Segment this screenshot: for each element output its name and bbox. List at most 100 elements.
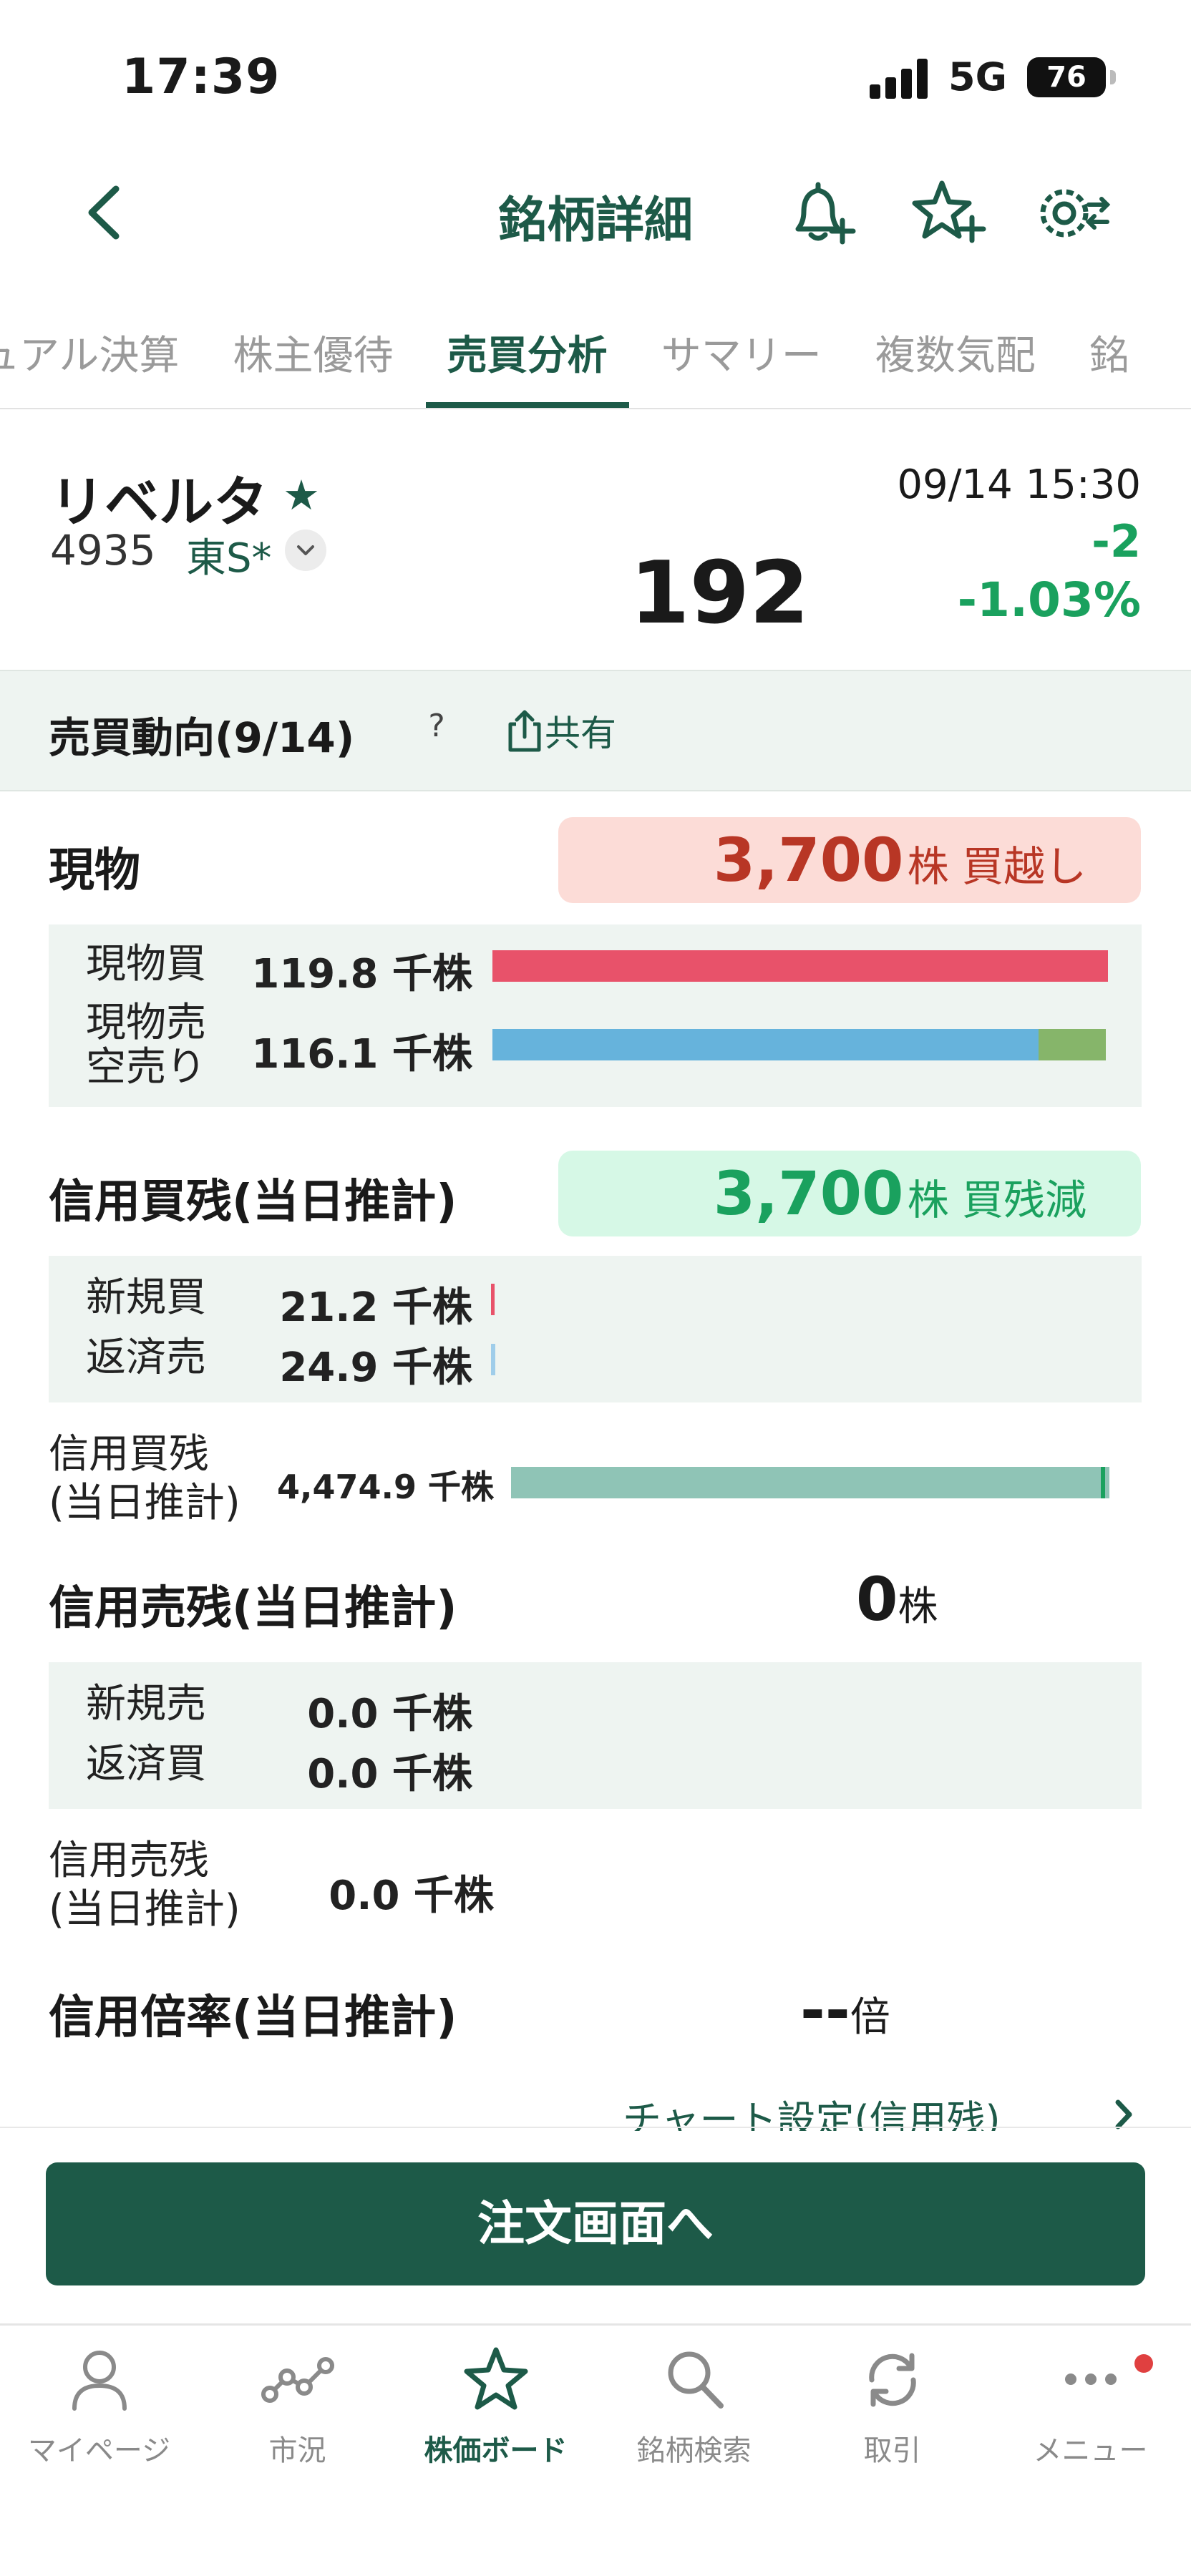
spot-label: 現物 <box>49 844 140 897</box>
favorite-star-icon: ★ <box>283 471 320 519</box>
margin-sell-balance-value: 0.0 千株 <box>329 1873 494 1919</box>
settings-button[interactable] <box>1027 170 1113 256</box>
margin-buy-change-unit: 株 買残減 <box>907 1176 1087 1224</box>
margin-sell-unit: 株 <box>898 1584 938 1630</box>
margin-sell-label: 信用売残(当日推計) <box>49 1582 457 1635</box>
section-title: 売買動向(9/14) <box>49 713 355 762</box>
help-button[interactable]: ? <box>415 705 458 748</box>
tab-strip: ジュアル決算 株主優待 売買分析 サマリー 複数気配 銘 <box>0 315 1158 408</box>
margin-sell-balance-label-2: (当日推計) <box>49 1886 240 1933</box>
notification-dot <box>1134 2354 1153 2373</box>
status-time: 17:39 <box>122 49 281 105</box>
spot-net-unit: 株 買越し <box>907 842 1087 891</box>
tabbar-divider <box>0 2323 1191 2326</box>
tab-shareholder-benefits[interactable]: 株主優待 <box>212 315 415 408</box>
stock-code: 4935 <box>50 526 156 575</box>
bottom-tab-mypage[interactable]: マイページ <box>0 2340 198 2469</box>
margin-sell-value: 0 <box>856 1564 898 1634</box>
margin-buy-balance-bar <box>511 1467 1109 1498</box>
repay-sell-value: 24.9 千株 <box>279 1345 472 1391</box>
new-sell-label: 新規売 <box>86 1681 206 1727</box>
price-change: -2 <box>1092 515 1141 567</box>
repay-buy-value: 0.0 千株 <box>307 1751 472 1797</box>
short-sell-bar <box>1038 1029 1107 1060</box>
alert-add-button[interactable] <box>777 170 862 256</box>
bottom-tab-search[interactable]: 銘柄検索 <box>595 2340 793 2469</box>
bottom-tab-label: メニュー <box>1033 2434 1148 2467</box>
order-button[interactable]: 注文画面へ <box>46 2162 1145 2285</box>
share-button[interactable]: 共有 <box>505 705 616 756</box>
favorite-add-button[interactable] <box>902 170 988 256</box>
bottom-tab-menu[interactable]: メニュー <box>991 2340 1190 2469</box>
spot-sell-label: 現物売 <box>86 1000 206 1046</box>
margin-ratio-label: 信用倍率(当日推計) <box>49 1991 457 2044</box>
tab-more[interactable]: 銘 <box>1068 315 1151 408</box>
margin-ratio-unit: 倍 <box>850 1994 890 2041</box>
margin-buy-balance-marker <box>1101 1467 1105 1498</box>
refresh-icon <box>868 2353 916 2407</box>
margin-ratio-total: --倍 <box>800 1975 890 2045</box>
repay-sell-bar <box>491 1344 495 1375</box>
bottom-tab-label: 銘柄検索 <box>636 2434 752 2467</box>
tab-visual-earnings[interactable]: ジュアル決算 <box>0 315 200 408</box>
spot-buy-bar <box>492 950 1108 982</box>
stock-price: 192 <box>630 544 810 643</box>
share-icon <box>508 710 541 752</box>
spot-sell-bar <box>492 1029 1039 1060</box>
margin-sell-balance-label-1: 信用売残 <box>49 1838 209 1884</box>
share-label: 共有 <box>545 713 616 754</box>
bottom-tab-label: 取引 <box>863 2434 921 2467</box>
bottom-tab-label: 市況 <box>268 2434 326 2467</box>
spot-sell-value: 116.1 千株 <box>251 1031 472 1078</box>
network-label: 5G <box>948 54 1007 99</box>
price-change-percent: -1.03% <box>957 572 1141 628</box>
more-dots-icon <box>1064 2373 1117 2385</box>
short-sell-label: 空売り <box>86 1044 206 1091</box>
tab-trade-analysis[interactable]: 売買分析 <box>425 315 629 408</box>
margin-sell-total: 0株 <box>856 1564 938 1634</box>
tab-multi-quote[interactable]: 複数気配 <box>854 315 1057 408</box>
page-title: 銘柄詳細 <box>497 192 693 249</box>
bottom-tab-label: 株価ボード <box>424 2434 568 2467</box>
quote-datetime: 09/14 15:30 <box>897 462 1141 508</box>
new-sell-value: 0.0 千株 <box>307 1691 472 1737</box>
margin-buy-panel <box>49 1256 1142 1402</box>
bottom-tab-trade[interactable]: 取引 <box>793 2340 991 2469</box>
repay-buy-label: 返済買 <box>86 1741 206 1787</box>
new-buy-bar <box>491 1284 495 1315</box>
bottom-tab-market[interactable]: 市況 <box>198 2340 397 2469</box>
spot-buy-label: 現物買 <box>86 941 206 987</box>
margin-buy-balance-label-1: 信用買残 <box>49 1431 209 1478</box>
star-plus-icon <box>912 180 986 243</box>
line-chart-icon <box>261 2357 334 2403</box>
margin-buy-label: 信用買残(当日推計) <box>49 1176 457 1229</box>
bell-plus-icon <box>795 182 856 245</box>
new-buy-label: 新規買 <box>86 1274 206 1321</box>
search-icon <box>668 2351 724 2409</box>
signal-icon <box>870 59 930 99</box>
bottom-tab-stock-board[interactable]: 株価ボード <box>397 2340 595 2469</box>
battery-icon: 76 <box>1027 57 1116 97</box>
bottom-tab-label: マイページ <box>27 2434 171 2467</box>
margin-buy-balance-label-2: (当日推計) <box>49 1480 240 1526</box>
tabs-divider <box>0 408 1191 409</box>
spot-buy-value: 119.8 千株 <box>251 951 472 997</box>
stock-market[interactable]: 東S* <box>186 526 272 584</box>
chevron-down-icon[interactable] <box>285 530 326 571</box>
stock-name: リベルタ <box>50 470 268 534</box>
chart-settings-link[interactable]: チャート設定(信用残) <box>623 2088 1001 2131</box>
tab-summary[interactable]: サマリー <box>640 315 843 408</box>
new-buy-value: 21.2 千株 <box>279 1284 472 1331</box>
star-icon <box>464 2347 528 2410</box>
spot-net-badge: 3,700 株 買越し <box>558 817 1141 903</box>
spot-net-value: 3,700 <box>713 825 904 895</box>
scroll-divider <box>0 2127 1191 2128</box>
margin-buy-balance-value: 4,474.9 千株 <box>277 1468 494 1506</box>
repay-sell-label: 返済売 <box>86 1335 206 1381</box>
margin-ratio-value: -- <box>800 1975 850 2045</box>
margin-buy-badge: 3,700 株 買残減 <box>558 1151 1141 1236</box>
gear-icon <box>1040 189 1111 238</box>
person-icon <box>72 2351 127 2411</box>
margin-sell-panel <box>49 1662 1142 1809</box>
margin-buy-change-value: 3,700 <box>713 1158 904 1229</box>
